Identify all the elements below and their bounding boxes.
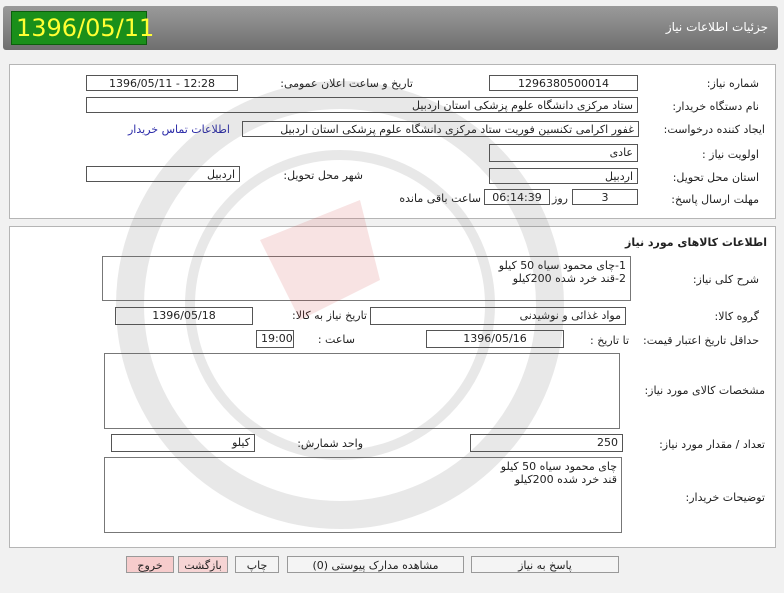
view-attachments-button[interactable]: مشاهده مدارک پیوستی (0) (287, 556, 464, 573)
priority-label: اولویت نیاز : (701, 148, 759, 161)
delivery-province-field: اردبیل (489, 168, 638, 184)
reply-to-need-button[interactable]: پاسخ به نیاز (471, 556, 619, 573)
goods-group-label: گروه کالا: (714, 310, 759, 323)
specs-label: مشخصات کالای مورد نیاز: (644, 384, 765, 397)
need-date-field: 1396/05/18 (115, 307, 253, 325)
exit-button[interactable]: خروج (126, 556, 174, 573)
unit-label: واحد شمارش: (297, 437, 363, 450)
quantity-label: تعداد / مقدار مورد نیاز: (659, 438, 765, 451)
summary-label: شرح کلی نیاز: (692, 273, 759, 286)
need-date-label: تاریخ نیاز به کالا: (292, 309, 367, 322)
time-label: ساعت : (317, 333, 355, 346)
delivery-province-label: استان محل تحویل: (672, 171, 759, 184)
need-number-field: 1296380500014 (489, 75, 638, 91)
deadline-label: مهلت ارسال پاسخ: (671, 193, 759, 206)
unit-field: کیلو (111, 434, 255, 452)
summary-textarea: 1-چای محمود سیاه 50 کیلو 2-قند خرد شده 2… (102, 256, 631, 301)
goods-info-panel: اطلاعات کالاهای مورد نیاز شرح کلی نیاز: … (9, 226, 776, 548)
buyer-label: نام دستگاه خریدار: (672, 100, 759, 113)
announce-datetime-label: تاریخ و ساعت اعلان عمومی: (280, 77, 413, 90)
remaining-word: ساعت باقی مانده (399, 192, 481, 205)
description-line-1: چای محمود سیاه 50 کیلو (500, 460, 617, 473)
quantity-field: 250 (470, 434, 623, 452)
time-field: 19:00 (256, 330, 294, 348)
delivery-city-label: شهر محل تحویل: (283, 169, 363, 182)
goods-group-field: مواد غذائی و نوشیدنی (370, 307, 626, 325)
until-date-field: 1396/05/16 (426, 330, 564, 348)
buyer-description-textarea: چای محمود سیاه 50 کیلو قند خرد شده 200کی… (104, 457, 622, 533)
description-line-2: قند خرد شده 200کیلو (514, 473, 617, 486)
buyer-field: ستاد مرکزی دانشگاه علوم پزشکی استان اردب… (86, 97, 638, 113)
announce-datetime-field: 1396/05/11 - 12:28 (86, 75, 238, 91)
need-number-label: شماره نیاز: (706, 77, 759, 90)
specs-textarea (104, 353, 620, 429)
header-date: 1396/05/11 (11, 11, 154, 45)
creator-label: ایجاد کننده درخواست: (663, 123, 765, 136)
page-header: 1396/05/11 جزئیات اطلاعات نیاز (3, 6, 778, 50)
page-title: جزئیات اطلاعات نیاز (665, 20, 768, 34)
deadline-time-field: 06:14:39 (484, 189, 550, 205)
creator-field: غفور اکرامی تکنسین فوریت ستاد مرکزی دانش… (242, 121, 639, 137)
min-validity-label: حداقل تاریخ اعتبار قیمت: (643, 334, 759, 347)
delivery-city-field: اردبیل (86, 166, 240, 182)
summary-line-2: 2-قند خرد شده 200کیلو (512, 272, 626, 285)
buyer-description-label: توضیحات خریدار: (685, 491, 766, 504)
deadline-days-field: 3 (572, 189, 638, 205)
back-button[interactable]: بازگشت (178, 556, 228, 573)
summary-line-1: 1-چای محمود سیاه 50 کیلو (498, 259, 626, 272)
until-date-label: تا تاریخ : (590, 334, 629, 347)
priority-field: عادی (489, 144, 638, 162)
buyer-contact-link[interactable]: اطلاعات تماس خریدار (128, 123, 230, 136)
need-info-panel: شماره نیاز: 1296380500014 تاریخ و ساعت ا… (9, 64, 776, 219)
print-button[interactable]: چاپ (235, 556, 279, 573)
goods-section-title: اطلاعات کالاهای مورد نیاز (625, 236, 767, 249)
